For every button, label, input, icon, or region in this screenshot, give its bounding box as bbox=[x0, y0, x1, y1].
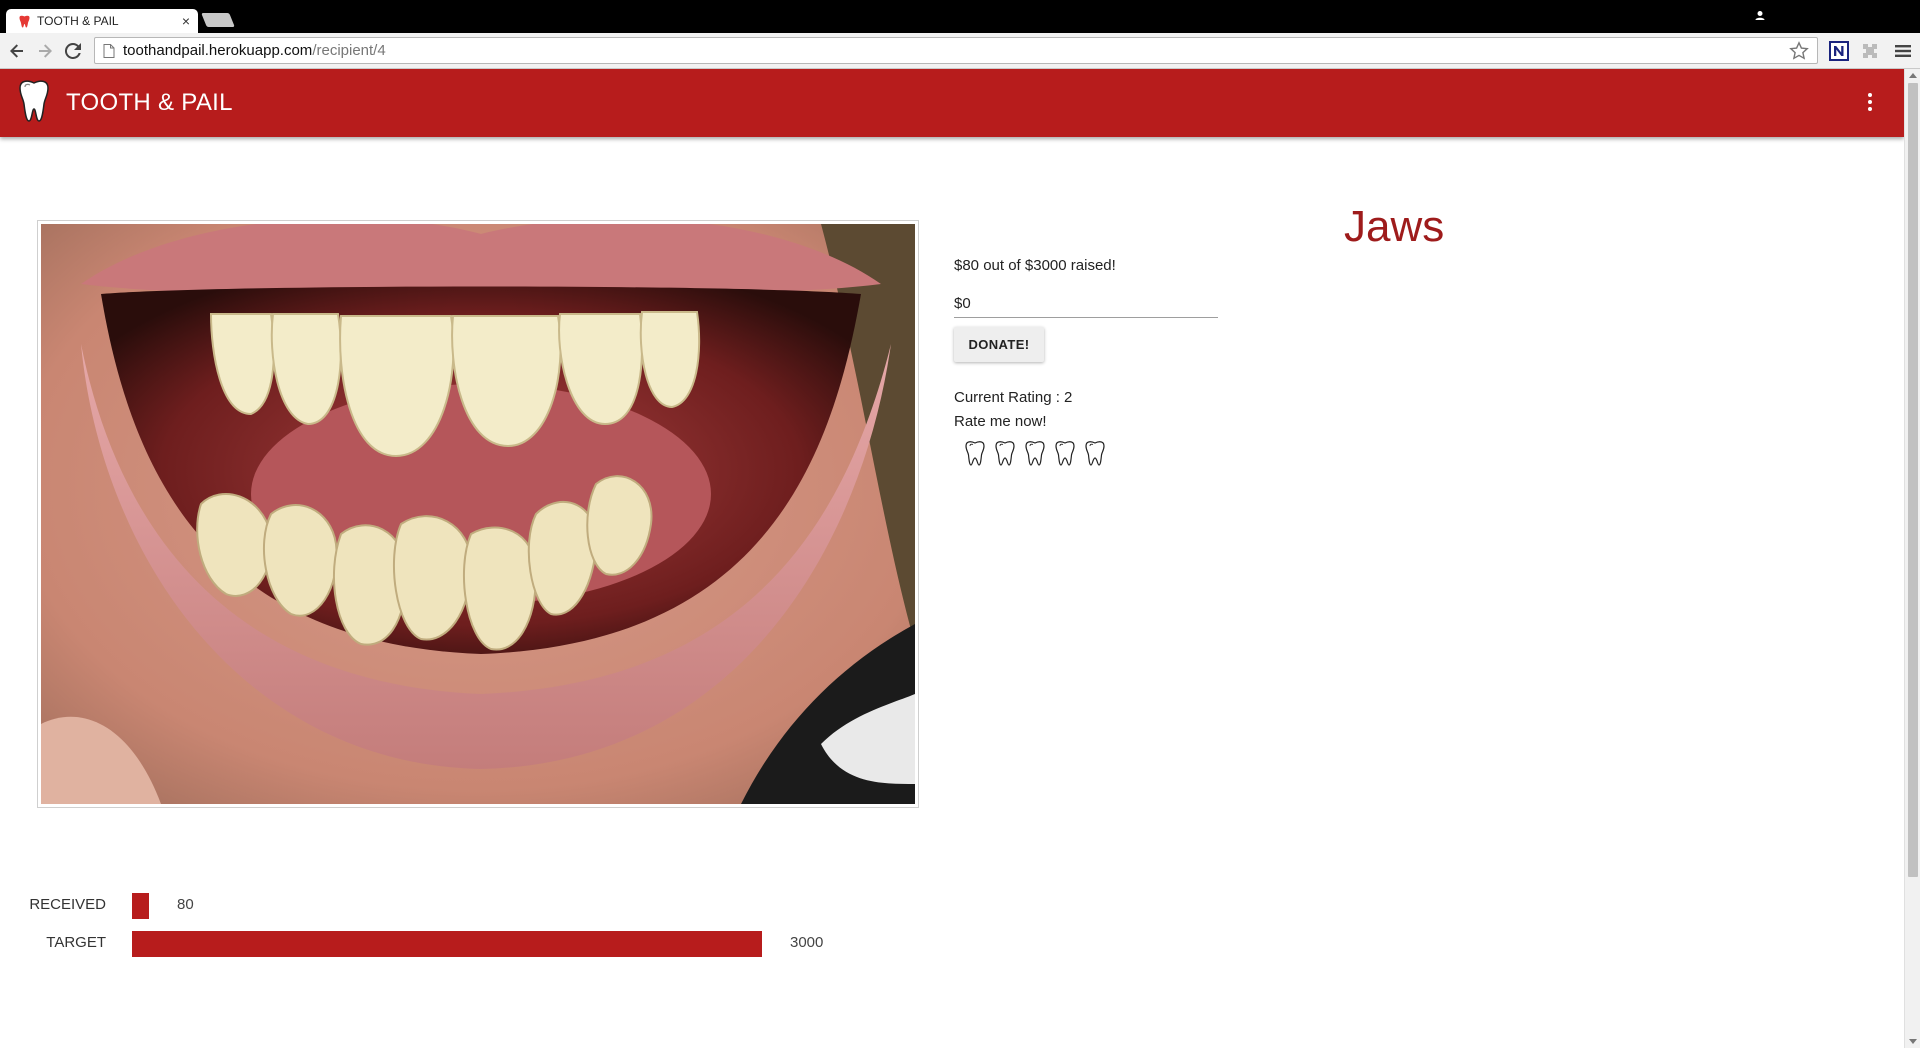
bar-row-received: RECEIVED 80 bbox=[0, 893, 900, 919]
url-text: toothandpail.herokuapp.com/recipient/4 bbox=[123, 42, 386, 59]
recipient-photo-frame bbox=[37, 220, 919, 808]
bar-received bbox=[132, 893, 149, 919]
brand-title[interactable]: TOOTH & PAIL bbox=[66, 89, 233, 117]
bar-label: RECEIVED bbox=[29, 896, 106, 913]
tooth-rating-icon[interactable] bbox=[1054, 440, 1076, 466]
browser-toolbar: toothandpail.herokuapp.com/recipient/4 bbox=[0, 33, 1920, 69]
tooth-rating-icon[interactable] bbox=[994, 440, 1016, 466]
tooth-rating-icon[interactable] bbox=[964, 440, 986, 466]
bar-track bbox=[132, 931, 762, 957]
tab-title: TOOTH & PAIL bbox=[37, 14, 119, 28]
tab-strip: TOOTH & PAIL × bbox=[0, 0, 1920, 33]
raised-summary: $80 out of $3000 raised! bbox=[954, 257, 1116, 274]
star-icon[interactable] bbox=[1789, 41, 1809, 66]
donate-button[interactable]: DONATE! bbox=[954, 327, 1044, 362]
tooth-rating-icon[interactable] bbox=[1084, 440, 1106, 466]
back-arrow-icon[interactable] bbox=[6, 40, 28, 62]
user-icon[interactable] bbox=[1752, 8, 1768, 24]
forward-arrow-icon[interactable] bbox=[34, 40, 56, 62]
donation-amount-input[interactable] bbox=[954, 290, 1218, 318]
scroll-down-icon[interactable] bbox=[1909, 1039, 1917, 1044]
bar-row-target: TARGET 3000 bbox=[0, 931, 900, 957]
more-vert-icon[interactable] bbox=[1860, 89, 1880, 115]
bar-value-label: 80 bbox=[177, 896, 194, 913]
bar-target bbox=[132, 931, 762, 957]
recipient-name: Jaws bbox=[1344, 202, 1445, 251]
close-icon[interactable]: × bbox=[182, 13, 190, 29]
rate-prompt: Rate me now! bbox=[954, 413, 1047, 430]
bar-track bbox=[132, 893, 762, 919]
scroll-thumb[interactable] bbox=[1908, 83, 1918, 877]
bar-label: TARGET bbox=[46, 934, 106, 951]
favicon-tooth-icon bbox=[18, 15, 31, 28]
tooth-rating-icon[interactable] bbox=[1024, 440, 1046, 466]
extension-n-icon[interactable] bbox=[1829, 41, 1849, 61]
address-bar[interactable]: toothandpail.herokuapp.com/recipient/4 bbox=[94, 37, 1818, 64]
extension-icon[interactable] bbox=[1860, 41, 1880, 61]
page-content: TOOTH & PAIL Jaws $80 out of $3000 raise… bbox=[0, 69, 1904, 1048]
page-icon bbox=[103, 43, 115, 58]
recipient-photo bbox=[41, 224, 915, 804]
bar-value-label: 3000 bbox=[790, 934, 824, 951]
browser-tab[interactable]: TOOTH & PAIL × bbox=[6, 9, 198, 33]
tooth-logo-icon[interactable] bbox=[16, 79, 52, 123]
app-bar: TOOTH & PAIL bbox=[0, 69, 1904, 137]
page-scrollbar[interactable] bbox=[1904, 69, 1920, 1048]
rating-teeth bbox=[964, 440, 1106, 466]
new-tab-button[interactable] bbox=[201, 13, 235, 27]
scroll-up-icon[interactable] bbox=[1909, 73, 1917, 78]
current-rating: Current Rating : 2 bbox=[954, 389, 1073, 406]
reload-icon[interactable] bbox=[62, 40, 84, 62]
hamburger-menu-icon[interactable] bbox=[1893, 41, 1913, 61]
